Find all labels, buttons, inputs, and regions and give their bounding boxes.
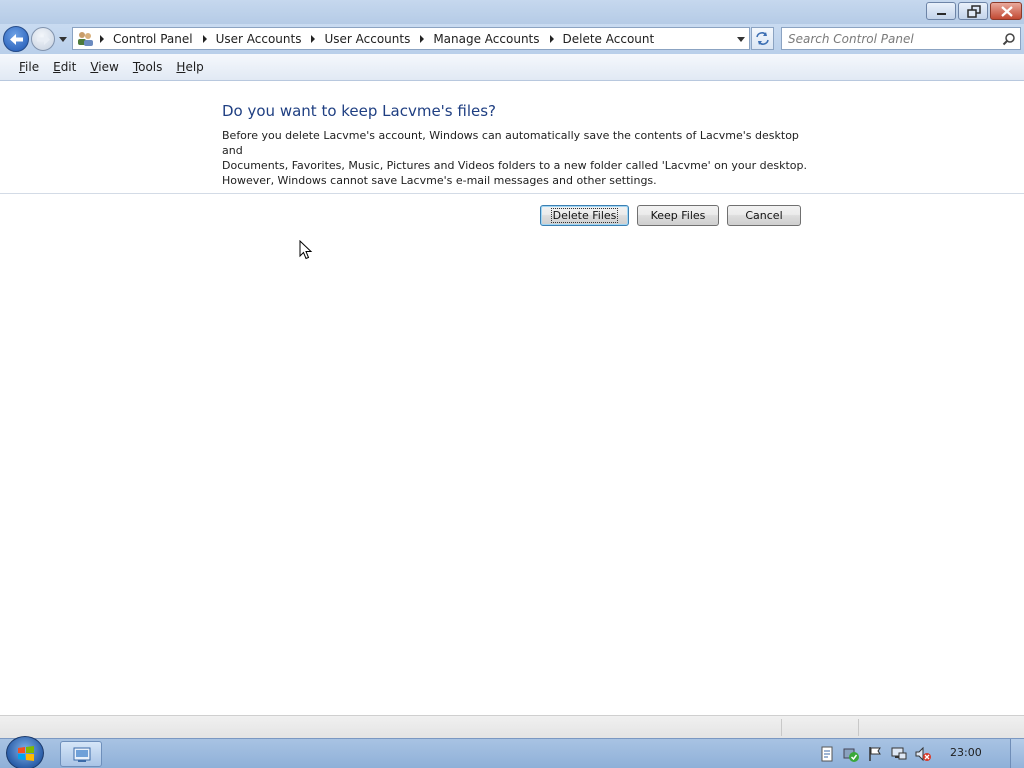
breadcrumb-manage-accounts[interactable]: Manage Accounts	[433, 32, 539, 46]
menu-label: ile	[25, 60, 40, 74]
breadcrumb-arrow-icon[interactable]	[420, 34, 425, 43]
address-bar[interactable]: Control Panel User Accounts User Account…	[72, 27, 750, 50]
navigation-bar: Control Panel User Accounts User Account…	[0, 24, 1024, 54]
restore-icon	[967, 5, 981, 18]
forward-button[interactable]	[31, 27, 55, 51]
taskbar-control-panel-button[interactable]	[60, 741, 102, 767]
menu-view[interactable]: View	[83, 60, 125, 74]
menu-tools[interactable]: Tools	[126, 60, 170, 74]
delete-files-label: Delete Files	[550, 208, 619, 223]
windows-logo-icon	[18, 746, 34, 761]
description-line: Documents, Favorites, Music, Pictures an…	[222, 159, 807, 172]
start-button[interactable]	[6, 736, 44, 768]
breadcrumb-delete-account[interactable]: Delete Account	[563, 32, 655, 46]
search-icon[interactable]	[1002, 32, 1016, 46]
minimize-icon	[937, 13, 946, 15]
back-button[interactable]	[3, 26, 29, 52]
title-bar	[0, 0, 1024, 24]
description-line: Before you delete Lacvme's account, Wind…	[222, 129, 799, 157]
menu-label: iew	[98, 60, 119, 74]
page-title: Do you want to keep Lacvme's files?	[222, 102, 497, 120]
search-box[interactable]	[781, 27, 1021, 50]
user-accounts-icon	[78, 32, 93, 46]
network-icon[interactable]	[890, 745, 908, 763]
flag-icon[interactable]	[866, 745, 884, 763]
restore-button[interactable]	[958, 2, 988, 20]
forward-arrow-icon	[37, 34, 50, 45]
breadcrumb-arrow-icon[interactable]	[100, 34, 104, 43]
chevron-down-icon	[59, 37, 67, 42]
breadcrumb-control-panel[interactable]: Control Panel	[113, 32, 193, 46]
control-panel-icon	[73, 747, 91, 762]
clock[interactable]: 23:00	[950, 746, 982, 759]
status-divider	[781, 719, 782, 736]
menu-bar: File Edit View Tools Help	[0, 54, 1024, 81]
minimize-button[interactable]	[926, 2, 956, 20]
back-arrow-icon	[10, 34, 23, 45]
cancel-button[interactable]: Cancel	[727, 205, 801, 226]
close-icon	[1001, 6, 1013, 17]
status-bar	[0, 715, 1024, 738]
content-pane: Do you want to keep Lacvme's files? Befo…	[0, 82, 1024, 715]
breadcrumb-arrow-icon[interactable]	[311, 34, 316, 43]
system-tray	[818, 742, 932, 766]
description-line: However, Windows cannot save Lacvme's e-…	[222, 174, 657, 187]
menu-help[interactable]: Help	[169, 60, 210, 74]
breadcrumb-arrow-icon[interactable]	[202, 34, 207, 43]
breadcrumb-arrow-icon[interactable]	[549, 34, 554, 43]
divider	[0, 193, 1024, 194]
keep-files-button[interactable]: Keep Files	[637, 205, 719, 226]
keep-files-label: Keep Files	[650, 209, 706, 222]
close-button[interactable]	[990, 2, 1022, 20]
taskbar: 23:00	[0, 736, 1024, 768]
breadcrumb: Control Panel User Accounts User Account…	[97, 28, 654, 49]
menu-file[interactable]: File	[12, 60, 46, 74]
recent-pages-button[interactable]	[57, 34, 69, 46]
action-center-icon[interactable]	[818, 745, 836, 763]
delete-files-button[interactable]: Delete Files	[540, 205, 629, 226]
breadcrumb-user-accounts-category[interactable]: User Accounts	[216, 32, 302, 46]
search-input[interactable]	[788, 31, 993, 46]
breadcrumb-user-accounts[interactable]: User Accounts	[324, 32, 410, 46]
status-divider	[858, 719, 859, 736]
description: Before you delete Lacvme's account, Wind…	[222, 128, 822, 188]
menu-label: ools	[138, 60, 163, 74]
refresh-icon	[756, 32, 769, 45]
show-desktop-button[interactable]	[1010, 739, 1024, 768]
menu-accel: E	[53, 60, 61, 74]
menu-label: elp	[185, 60, 204, 74]
refresh-button[interactable]	[751, 27, 774, 50]
volume-muted-icon[interactable]	[914, 745, 932, 763]
security-check-icon[interactable]	[842, 745, 860, 763]
address-dropdown-icon[interactable]	[735, 34, 747, 44]
cancel-label: Cancel	[745, 209, 783, 222]
mouse-cursor-icon	[299, 240, 313, 260]
menu-label: dit	[60, 60, 77, 74]
menu-edit[interactable]: Edit	[46, 60, 83, 74]
